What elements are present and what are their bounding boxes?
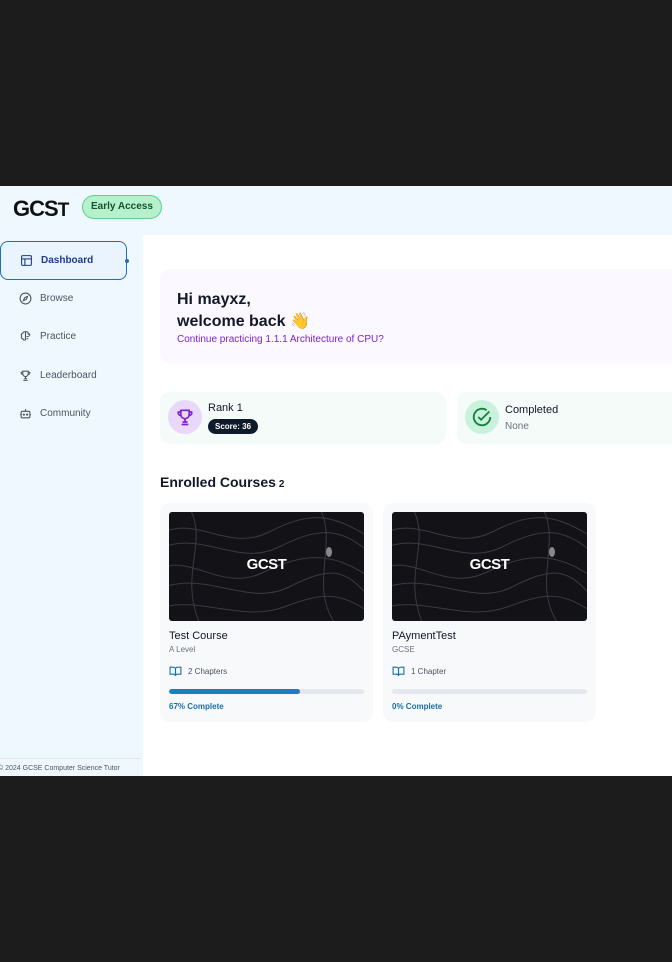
chapter-count-label: 2 Chapters	[188, 667, 228, 676]
enrolled-courses-heading: Enrolled Courses 2	[160, 474, 284, 490]
sidebar-item-label: Browse	[40, 293, 74, 304]
early-access-badge: Early Access	[82, 195, 162, 219]
logo-g: G	[13, 196, 30, 221]
trophy-icon	[18, 369, 32, 383]
check-circle-icon	[465, 400, 499, 434]
rank-card: Rank 1 Score: 36	[160, 392, 446, 444]
welcome-card: Hi mayxz, welcome back 👋 Continue practi…	[160, 269, 672, 364]
course-level: A Level	[169, 645, 196, 654]
bot-icon	[18, 407, 32, 421]
sidebar-item-label: Practice	[40, 331, 77, 342]
progress-bar	[169, 689, 364, 694]
chapter-count: 1 Chapter	[392, 666, 446, 677]
chapter-count: 2 Chapters	[169, 666, 227, 677]
completed-card: Completed None	[457, 392, 672, 444]
sidebar-item-leaderboard[interactable]: Leaderboard	[0, 356, 127, 395]
logo[interactable]: G CS T	[13, 196, 70, 222]
sidebar: Dashboard Browse Practice Leaderboard Co…	[0, 235, 143, 776]
sidebar-item-dashboard[interactable]: Dashboard	[0, 241, 129, 280]
sidebar-item-browse[interactable]: Browse	[0, 279, 127, 318]
sidebar-item-label: Community	[40, 408, 91, 419]
book-open-icon	[169, 666, 182, 677]
top-bar: G CS T Early Access	[0, 186, 672, 235]
course-card[interactable]: GCST Test Course A Level 2 Chapters 67% …	[160, 503, 373, 722]
score-badge: Score: 36	[208, 419, 259, 434]
active-indicator	[125, 259, 129, 263]
greeting-line-1: Hi mayxz,	[177, 291, 251, 308]
course-thumbnail: GCST	[392, 512, 587, 621]
greeting-line-2: welcome back 👋	[177, 313, 310, 330]
app-window: G CS T Early Access Dashboard Browse Pract…	[0, 186, 672, 776]
continue-practicing-link[interactable]: Continue practicing 1.1.1 Architecture o…	[177, 334, 384, 345]
course-title: Test Course	[169, 630, 228, 642]
progress-fill	[169, 689, 300, 694]
chapter-count-label: 1 Chapter	[411, 667, 447, 676]
compass-icon	[18, 292, 32, 306]
book-open-icon	[392, 666, 405, 677]
course-count: 2	[278, 479, 285, 490]
brain-icon	[18, 330, 32, 344]
sidebar-item-label: Leaderboard	[40, 370, 97, 381]
course-title: PAymentTest	[392, 630, 456, 642]
sidebar-item-practice[interactable]: Practice	[0, 317, 127, 356]
progress-bar	[392, 689, 587, 694]
copyright-footer: © 2024 GCSE Computer Science Tutor	[0, 758, 141, 772]
progress-label: 0% Complete	[392, 702, 443, 711]
sidebar-item-community[interactable]: Community	[0, 394, 127, 433]
logo-cs: CS	[29, 196, 59, 221]
layout-icon	[19, 254, 33, 268]
logo-t: T	[57, 200, 70, 221]
completed-label: Completed	[505, 404, 559, 416]
greeting: Hi mayxz, welcome back 👋	[177, 289, 310, 333]
rank-label: Rank 1	[208, 402, 243, 414]
section-title: Enrolled Courses	[160, 474, 276, 490]
thumbnail-logo: GCST	[469, 556, 510, 573]
thumbnail-logo: GCST	[246, 556, 287, 573]
progress-label: 67% Complete	[169, 702, 224, 711]
sidebar-item-label: Dashboard	[41, 255, 94, 266]
course-thumbnail: GCST	[169, 512, 364, 621]
completed-value: None	[505, 421, 529, 432]
course-level: GCSE	[392, 645, 415, 654]
course-card[interactable]: GCST PAymentTest GCSE 1 Chapter 0% Compl…	[383, 503, 596, 722]
trophy-icon	[168, 400, 202, 434]
